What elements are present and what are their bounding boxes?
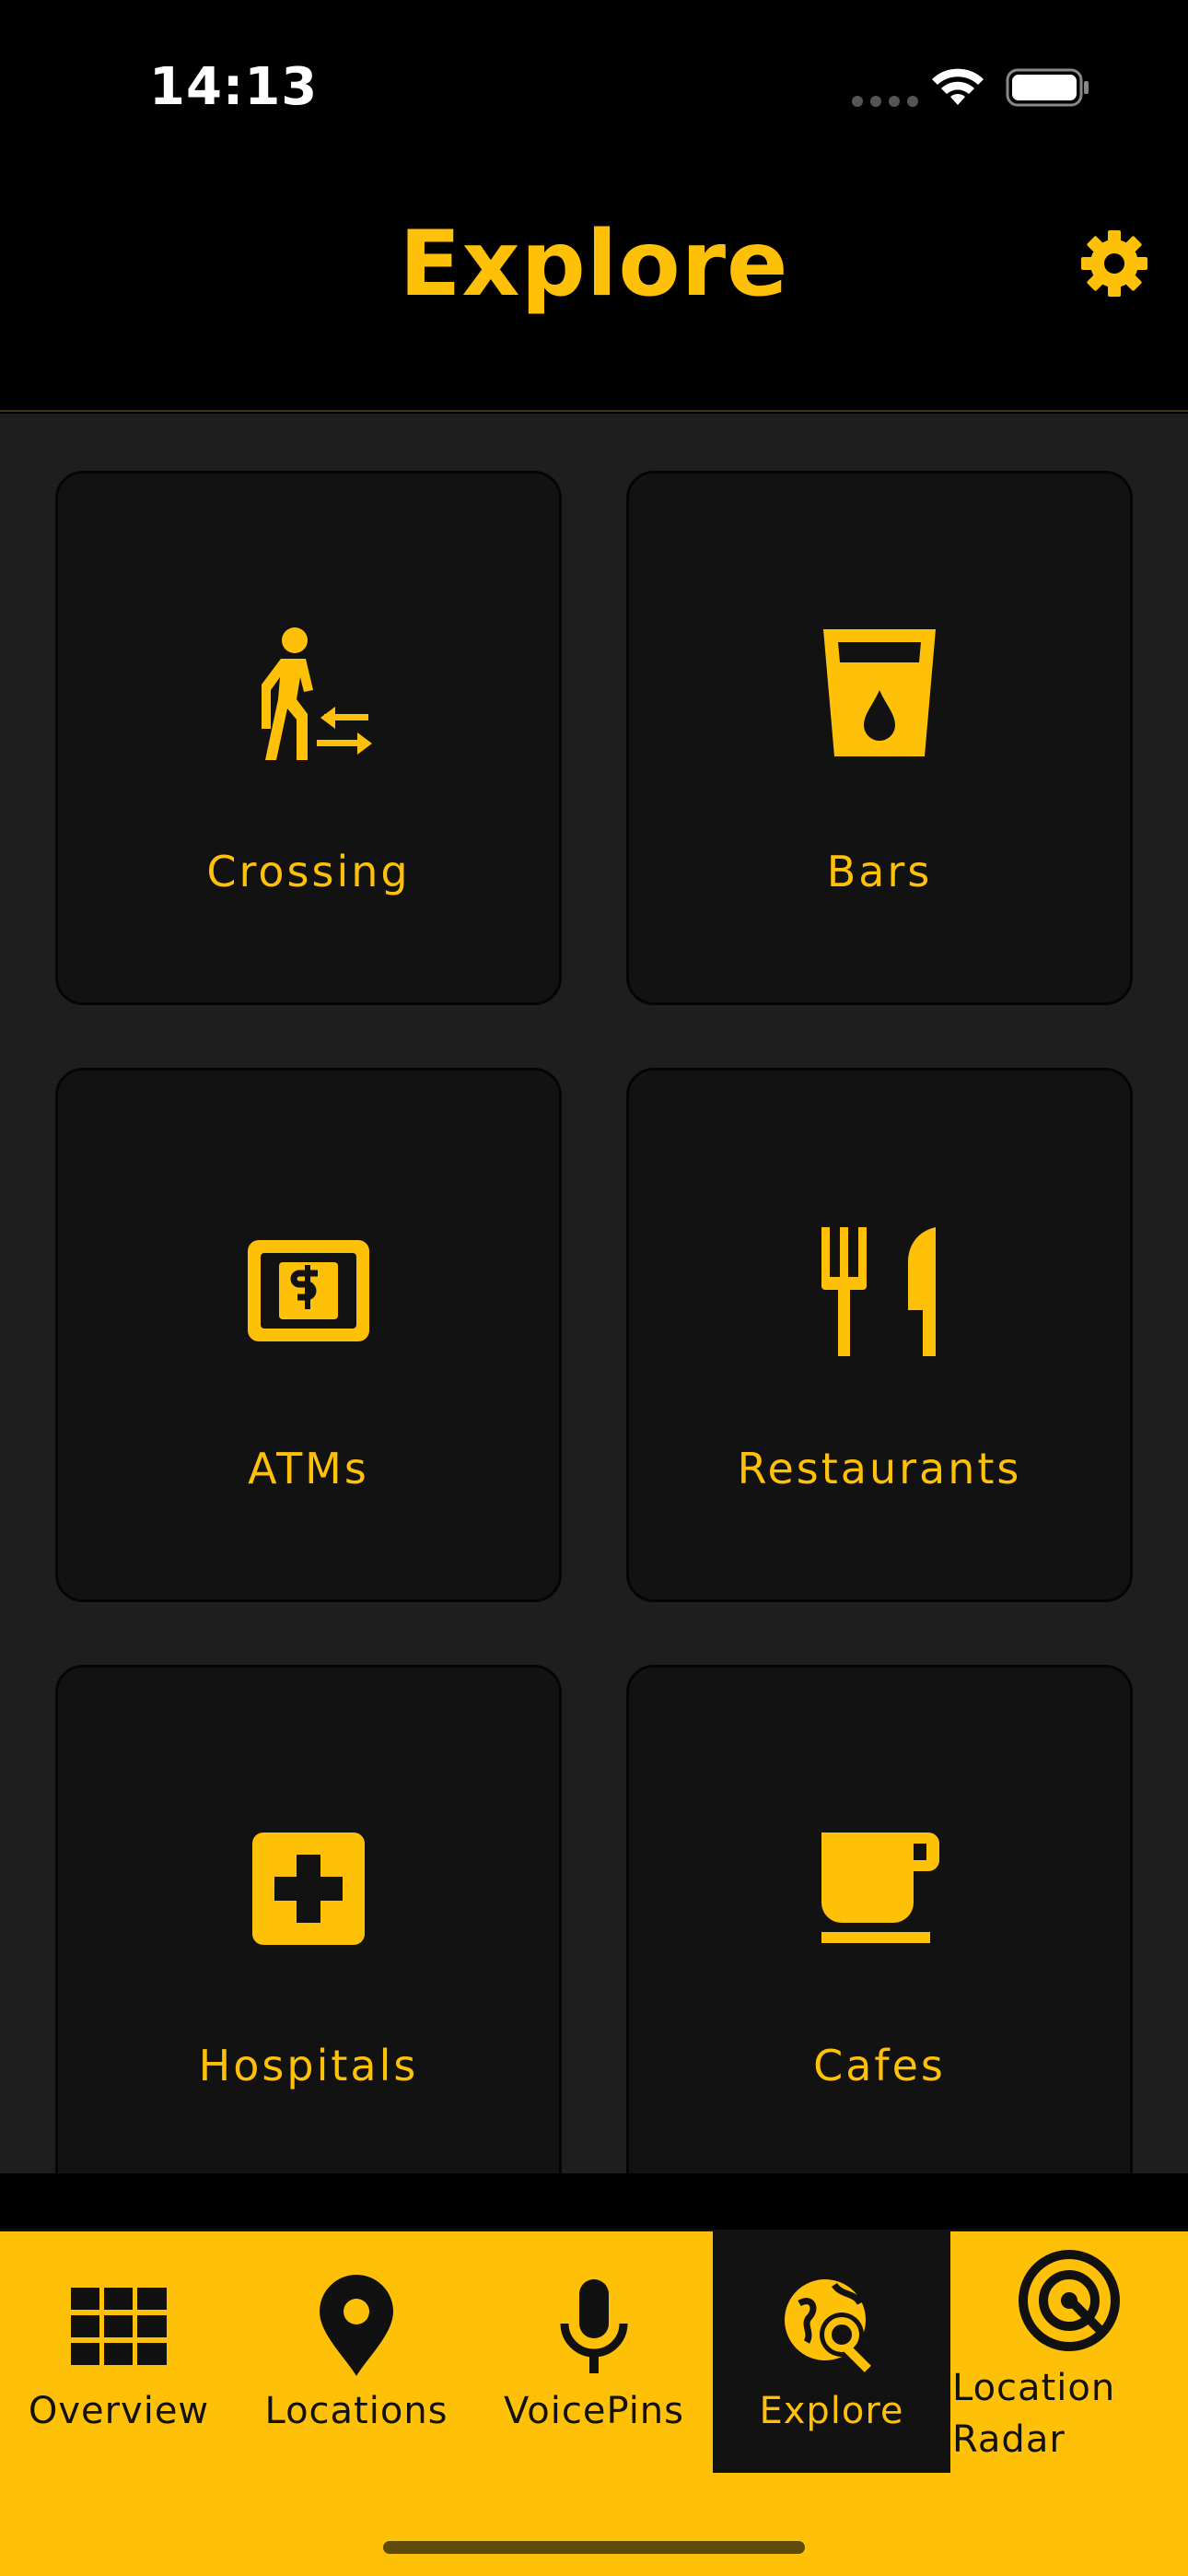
tab-label: VoicePins <box>504 2390 684 2432</box>
tab-location-radar[interactable]: Location Radar <box>950 2231 1188 2473</box>
map-pin-icon <box>320 2275 393 2376</box>
category-label: ATMs <box>248 1444 369 1493</box>
category-grid-area[interactable]: Crossing Bars ATMs Restaurants Hospitals… <box>0 414 1188 2173</box>
category-tile-restaurants[interactable]: Restaurants <box>626 1068 1133 1602</box>
coffee-cup-icon <box>821 1832 939 1943</box>
battery-icon <box>1006 68 1089 107</box>
category-label: Bars <box>826 847 933 896</box>
page-title: Explore <box>399 212 789 317</box>
category-label: Restaurants <box>737 1444 1022 1493</box>
settings-gear-icon[interactable] <box>1077 227 1151 300</box>
tab-label: Overview <box>28 2390 210 2432</box>
category-tile-bars[interactable]: Bars <box>626 471 1133 1005</box>
tab-bar: Overview Locations VoicePins Explore Loc… <box>0 2231 1188 2576</box>
category-tile-hospitals[interactable]: Hospitals <box>55 1665 562 2173</box>
tab-locations[interactable]: Locations <box>238 2231 475 2473</box>
medical-cross-icon <box>252 1832 365 1945</box>
atm-money-icon <box>248 1240 369 1341</box>
tab-label: Explore <box>759 2390 904 2432</box>
fork-knife-icon <box>821 1226 936 1356</box>
category-tile-atms[interactable]: ATMs <box>55 1068 562 1602</box>
tab-overview[interactable]: Overview <box>0 2231 238 2473</box>
header: Explore <box>0 175 1188 412</box>
category-grid: Crossing Bars ATMs Restaurants Hospitals… <box>55 471 1133 2173</box>
category-label: Crossing <box>206 847 411 896</box>
microphone-icon <box>560 2279 628 2373</box>
tab-label: Locations <box>264 2390 448 2432</box>
tab-label: Location Radar <box>952 2367 1116 2461</box>
category-label: Hospitals <box>198 2041 419 2090</box>
category-label: Cafes <box>813 2041 946 2090</box>
category-tile-cafes[interactable]: Cafes <box>626 1665 1133 2173</box>
status-bar: 14:13 <box>0 0 1188 175</box>
wifi-icon <box>932 68 984 105</box>
category-tile-crossing[interactable]: Crossing <box>55 471 562 1005</box>
drink-glass-icon <box>823 629 936 756</box>
home-indicator <box>383 2541 805 2554</box>
tab-voicepins[interactable]: VoicePins <box>475 2231 713 2473</box>
cellular-signal-icon <box>852 96 918 107</box>
tab-explore[interactable]: Explore <box>713 2231 950 2473</box>
explore-globe-search-icon <box>785 2279 871 2372</box>
pedestrian-crossing-icon <box>262 627 372 760</box>
radar-icon <box>1019 2250 1120 2351</box>
grid-icon <box>71 2288 167 2365</box>
status-time: 14:13 <box>149 57 319 117</box>
